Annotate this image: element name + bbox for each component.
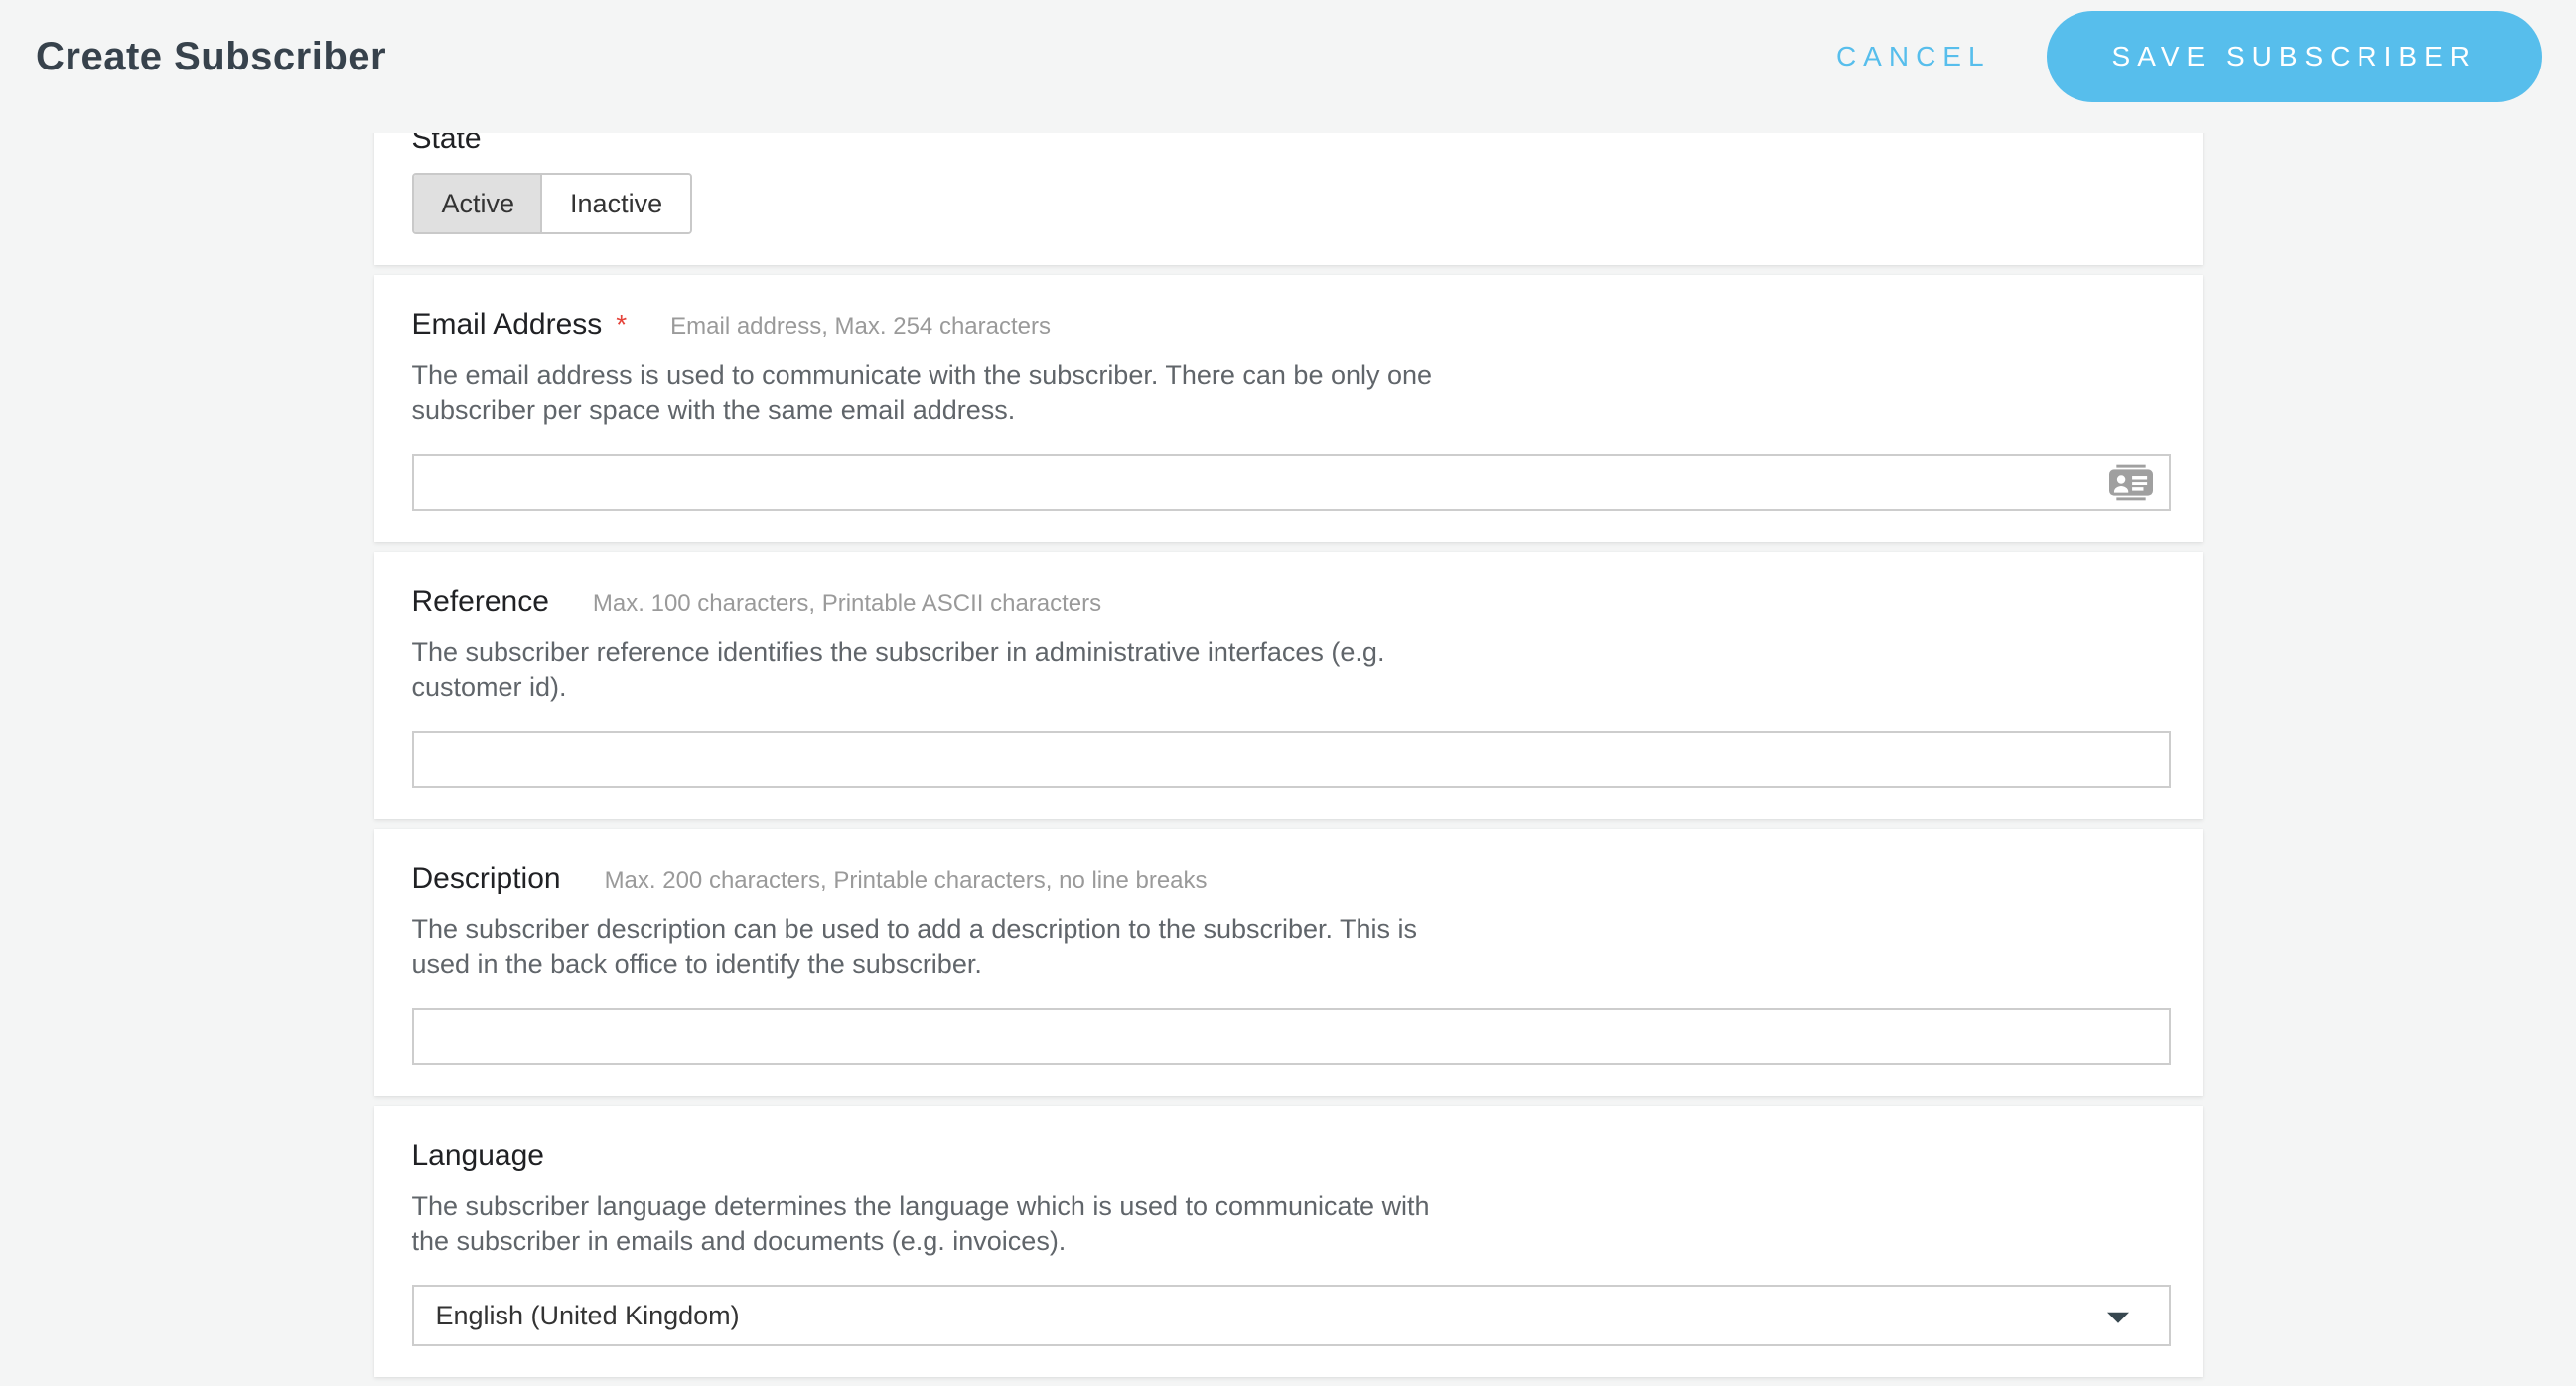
state-toggle: Active Inactive	[412, 173, 693, 234]
required-asterisk: *	[616, 309, 627, 341]
language-select[interactable]: English (United Kingdom)	[412, 1285, 2171, 1346]
language-select-value: English (United Kingdom)	[436, 1301, 740, 1331]
cancel-button[interactable]: CANCEL	[1836, 41, 1991, 72]
description-description: The subscriber description can be used t…	[412, 912, 1445, 982]
language-description: The subscriber language determines the l…	[412, 1189, 1445, 1259]
contact-card-icon[interactable]	[2109, 464, 2153, 501]
language-label: Language	[412, 1140, 544, 1172]
description-input[interactable]	[412, 1008, 2171, 1065]
state-active-button[interactable]: Active	[414, 175, 543, 232]
save-subscriber-button[interactable]: SAVE SUBSCRIBER	[2047, 11, 2542, 102]
caret-down-icon	[2107, 1313, 2129, 1323]
page-title: Create Subscriber	[36, 35, 386, 79]
email-input[interactable]	[412, 454, 2171, 511]
app-header: Create Subscriber CANCEL SAVE SUBSCRIBER	[0, 0, 2576, 133]
email-input-wrap	[412, 454, 2171, 511]
reference-hint: Max. 100 characters, Printable ASCII cha…	[593, 590, 1101, 618]
email-hint: Email address, Max. 254 characters	[670, 313, 1051, 341]
description-hint: Max. 200 characters, Printable character…	[605, 867, 1208, 895]
header-actions: CANCEL SAVE SUBSCRIBER	[1836, 11, 2542, 102]
state-inactive-button[interactable]: Inactive	[542, 175, 690, 232]
reference-label: Reference	[412, 586, 549, 618]
email-label: Email Address	[412, 309, 603, 341]
description-label: Description	[412, 863, 561, 895]
form-content: State Active Inactive Email Address * Em…	[0, 0, 2576, 1386]
reference-description: The subscriber reference identifies the …	[412, 635, 1445, 705]
description-card: Description Max. 200 characters, Printab…	[374, 829, 2203, 1096]
language-card: Language The subscriber language determi…	[374, 1106, 2203, 1377]
reference-card: Reference Max. 100 characters, Printable…	[374, 552, 2203, 819]
email-card: Email Address * Email address, Max. 254 …	[374, 275, 2203, 542]
reference-input[interactable]	[412, 731, 2171, 788]
email-description: The email address is used to communicate…	[412, 358, 1445, 428]
